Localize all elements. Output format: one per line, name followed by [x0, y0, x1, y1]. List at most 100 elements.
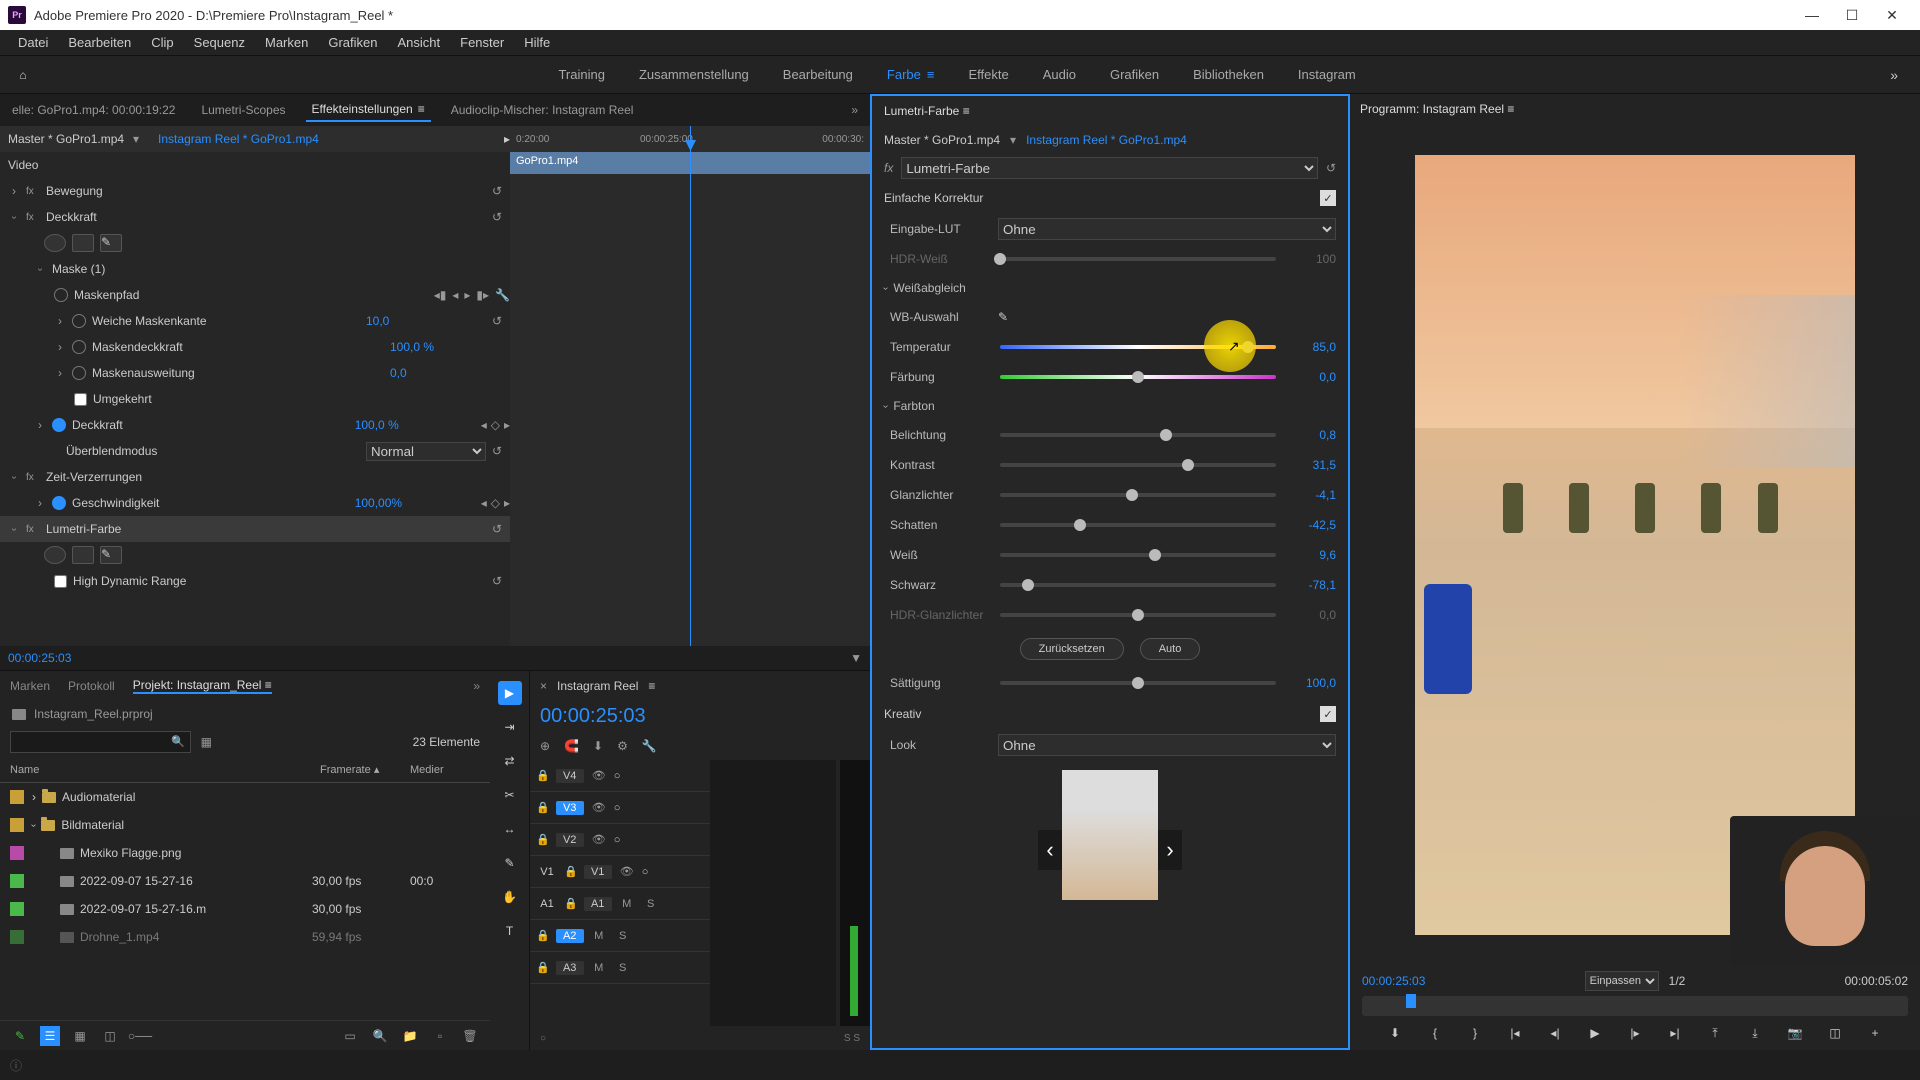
mask-pen-button[interactable]: ✎ [100, 234, 122, 252]
selection-tool-icon[interactable]: ▶ [498, 681, 522, 705]
playhead-icon[interactable] [690, 126, 691, 646]
freeform-view-icon[interactable]: ◫ [100, 1026, 120, 1046]
ec-bewegung[interactable]: ›fxBewegung↺ [0, 178, 510, 204]
eye-icon[interactable]: 👁 [590, 769, 608, 782]
bin-row[interactable]: 2022-09-07 15-27-16.m30,00 fps [0, 895, 490, 923]
header-framerate[interactable]: Framerate ▴ [320, 763, 410, 776]
shadows-slider[interactable] [1000, 523, 1276, 527]
icon-view-icon[interactable]: ▦ [70, 1026, 90, 1046]
source-overflow-icon[interactable]: » [845, 99, 864, 121]
workspace-bibliotheken[interactable]: Bibliotheken [1193, 67, 1264, 82]
mute-icon[interactable]: M [590, 962, 608, 974]
zoom-slider[interactable]: ○── [130, 1026, 150, 1046]
eye-icon[interactable]: 👁 [618, 865, 636, 878]
tab-lumetri-farbe[interactable]: Lumetri-Farbe ≡ [884, 104, 970, 118]
ec-geschwindigkeit[interactable]: ›Geschwindigkeit100,00%◂◇▸ [0, 490, 510, 516]
section-checkbox[interactable]: ✓ [1320, 706, 1336, 722]
saturation-slider[interactable] [1000, 681, 1276, 685]
tab-source-clip[interactable]: elle: GoPro1.mp4: 00:00:19:22 [6, 99, 181, 121]
reset-icon[interactable]: ↺ [492, 210, 510, 224]
trash-icon[interactable]: 🗑 [460, 1026, 480, 1046]
tab-programm[interactable]: Programm: Instagram Reel ≡ [1360, 102, 1514, 116]
track-output-icon[interactable]: ○ [614, 802, 621, 814]
export-frame-icon[interactable]: 📷 [1784, 1022, 1806, 1044]
track-v2[interactable]: 🔒V2👁○ [530, 824, 710, 856]
lumetri-effect-select[interactable]: Lumetri-Farbe [901, 157, 1318, 179]
mute-icon[interactable]: M [590, 930, 608, 942]
reset-icon[interactable]: ↺ [492, 574, 510, 588]
program-timecode[interactable]: 00:00:25:03 [1362, 974, 1425, 988]
bin-row[interactable]: 2022-09-07 15-27-1630,00 fps00:0 [0, 867, 490, 895]
highlights-slider[interactable] [1000, 493, 1276, 497]
razor-tool-icon[interactable]: ✂ [498, 783, 522, 807]
project-search-input[interactable] [10, 731, 191, 753]
find-icon[interactable]: 🔍 [370, 1026, 390, 1046]
lock-icon[interactable]: 🔒 [536, 929, 550, 942]
ec-maske[interactable]: ›Maske (1) [0, 256, 510, 282]
extract-icon[interactable]: ⤓ [1744, 1022, 1766, 1044]
workspace-audio[interactable]: Audio [1043, 67, 1076, 82]
new-bin-icon[interactable]: 📁 [400, 1026, 420, 1046]
reset-icon[interactable]: ↺ [1326, 161, 1336, 175]
tab-projekt[interactable]: Projekt: Instagram_Reel ≡ [133, 678, 272, 694]
stopwatch-icon[interactable] [72, 366, 86, 380]
ec-zeit-verzerrungen[interactable]: ›fxZeit-Verzerrungen [0, 464, 510, 490]
mask-next-icon[interactable]: ▮▸ [476, 288, 489, 302]
ec-maskenausweitung[interactable]: ›Maskenausweitung0,0 [0, 360, 510, 386]
ripple-tool-icon[interactable]: ⇄ [498, 749, 522, 773]
mask-ellipse-button[interactable] [44, 234, 66, 252]
pen-tool-icon[interactable]: ✎ [498, 851, 522, 875]
ec-umgekehrt[interactable]: Umgekehrt [0, 386, 510, 412]
close-sequence-icon[interactable]: × [540, 679, 547, 693]
reset-button[interactable]: Zurücksetzen [1020, 638, 1124, 660]
track-v3[interactable]: 🔒V3👁○ [530, 792, 710, 824]
filter-icon[interactable]: ▼ [850, 651, 862, 665]
go-to-out-icon[interactable]: ▸| [1664, 1022, 1686, 1044]
playhead-icon[interactable] [1406, 994, 1416, 1008]
workspace-effekte[interactable]: Effekte [968, 67, 1008, 82]
step-fwd-icon[interactable]: |▸ [1624, 1022, 1646, 1044]
ec-current-time[interactable]: 00:00:25:03 ▼ [0, 646, 870, 670]
menu-hilfe[interactable]: Hilfe [514, 35, 560, 50]
tab-marken[interactable]: Marken [10, 679, 50, 693]
settings-icon[interactable]: ⚙ [617, 739, 628, 753]
kf-prev-icon[interactable]: ◂ [481, 418, 487, 432]
tab-audioclip-mischer[interactable]: Audioclip-Mischer: Instagram Reel [445, 99, 640, 121]
mask-prev-icon[interactable]: ◂▮ [434, 288, 447, 302]
workspace-overflow-icon[interactable]: » [1880, 67, 1908, 83]
menu-marken[interactable]: Marken [255, 35, 318, 50]
lock-icon[interactable]: 🔒 [536, 801, 550, 814]
solo-icon[interactable]: S [642, 898, 660, 910]
step-back-icon[interactable]: ◂| [1544, 1022, 1566, 1044]
settings-plus-icon[interactable]: + [1864, 1022, 1886, 1044]
project-overflow-icon[interactable]: » [473, 679, 480, 693]
timeline-track-area[interactable] [710, 760, 836, 1026]
mask-rect-button[interactable] [72, 234, 94, 252]
ec-maskenpfad[interactable]: Maskenpfad◂▮◂▸▮▸🔧 [0, 282, 510, 308]
workspace-grafiken-2[interactable]: Grafiken [1110, 67, 1159, 82]
menu-datei[interactable]: Datei [8, 35, 58, 50]
reset-icon[interactable]: ↺ [492, 314, 510, 328]
ec-deckkraft[interactable]: ›fxDeckkraft↺ [0, 204, 510, 230]
bin-row[interactable]: ›Bildmaterial [0, 811, 490, 839]
header-media[interactable]: Medier [410, 764, 480, 776]
ec-hdr[interactable]: High Dynamic Range↺ [0, 568, 510, 594]
eye-icon[interactable]: 👁 [590, 833, 608, 846]
look-prev-icon[interactable]: ‹ [1038, 830, 1062, 870]
marker-icon[interactable]: ⬇ [593, 739, 603, 753]
program-scrub-bar[interactable] [1362, 996, 1908, 1016]
menu-sequenz[interactable]: Sequenz [184, 35, 255, 50]
eye-icon[interactable]: 👁 [590, 801, 608, 814]
lock-icon[interactable]: 🔒 [536, 833, 550, 846]
workspace-training[interactable]: Training [558, 67, 604, 82]
contrast-slider[interactable] [1000, 463, 1276, 467]
pencil-icon[interactable]: ✎ [10, 1026, 30, 1046]
bin-row[interactable]: Drohne_1.mp459,94 fps [0, 923, 490, 951]
header-name[interactable]: Name [10, 764, 320, 776]
look-next-icon[interactable]: › [1158, 830, 1182, 870]
close-button[interactable]: ✕ [1872, 0, 1912, 30]
reset-icon[interactable]: ↺ [492, 184, 510, 198]
stopwatch-icon[interactable] [72, 340, 86, 354]
kf-add-icon[interactable]: ◇ [491, 496, 500, 510]
exposure-slider[interactable] [1000, 433, 1276, 437]
